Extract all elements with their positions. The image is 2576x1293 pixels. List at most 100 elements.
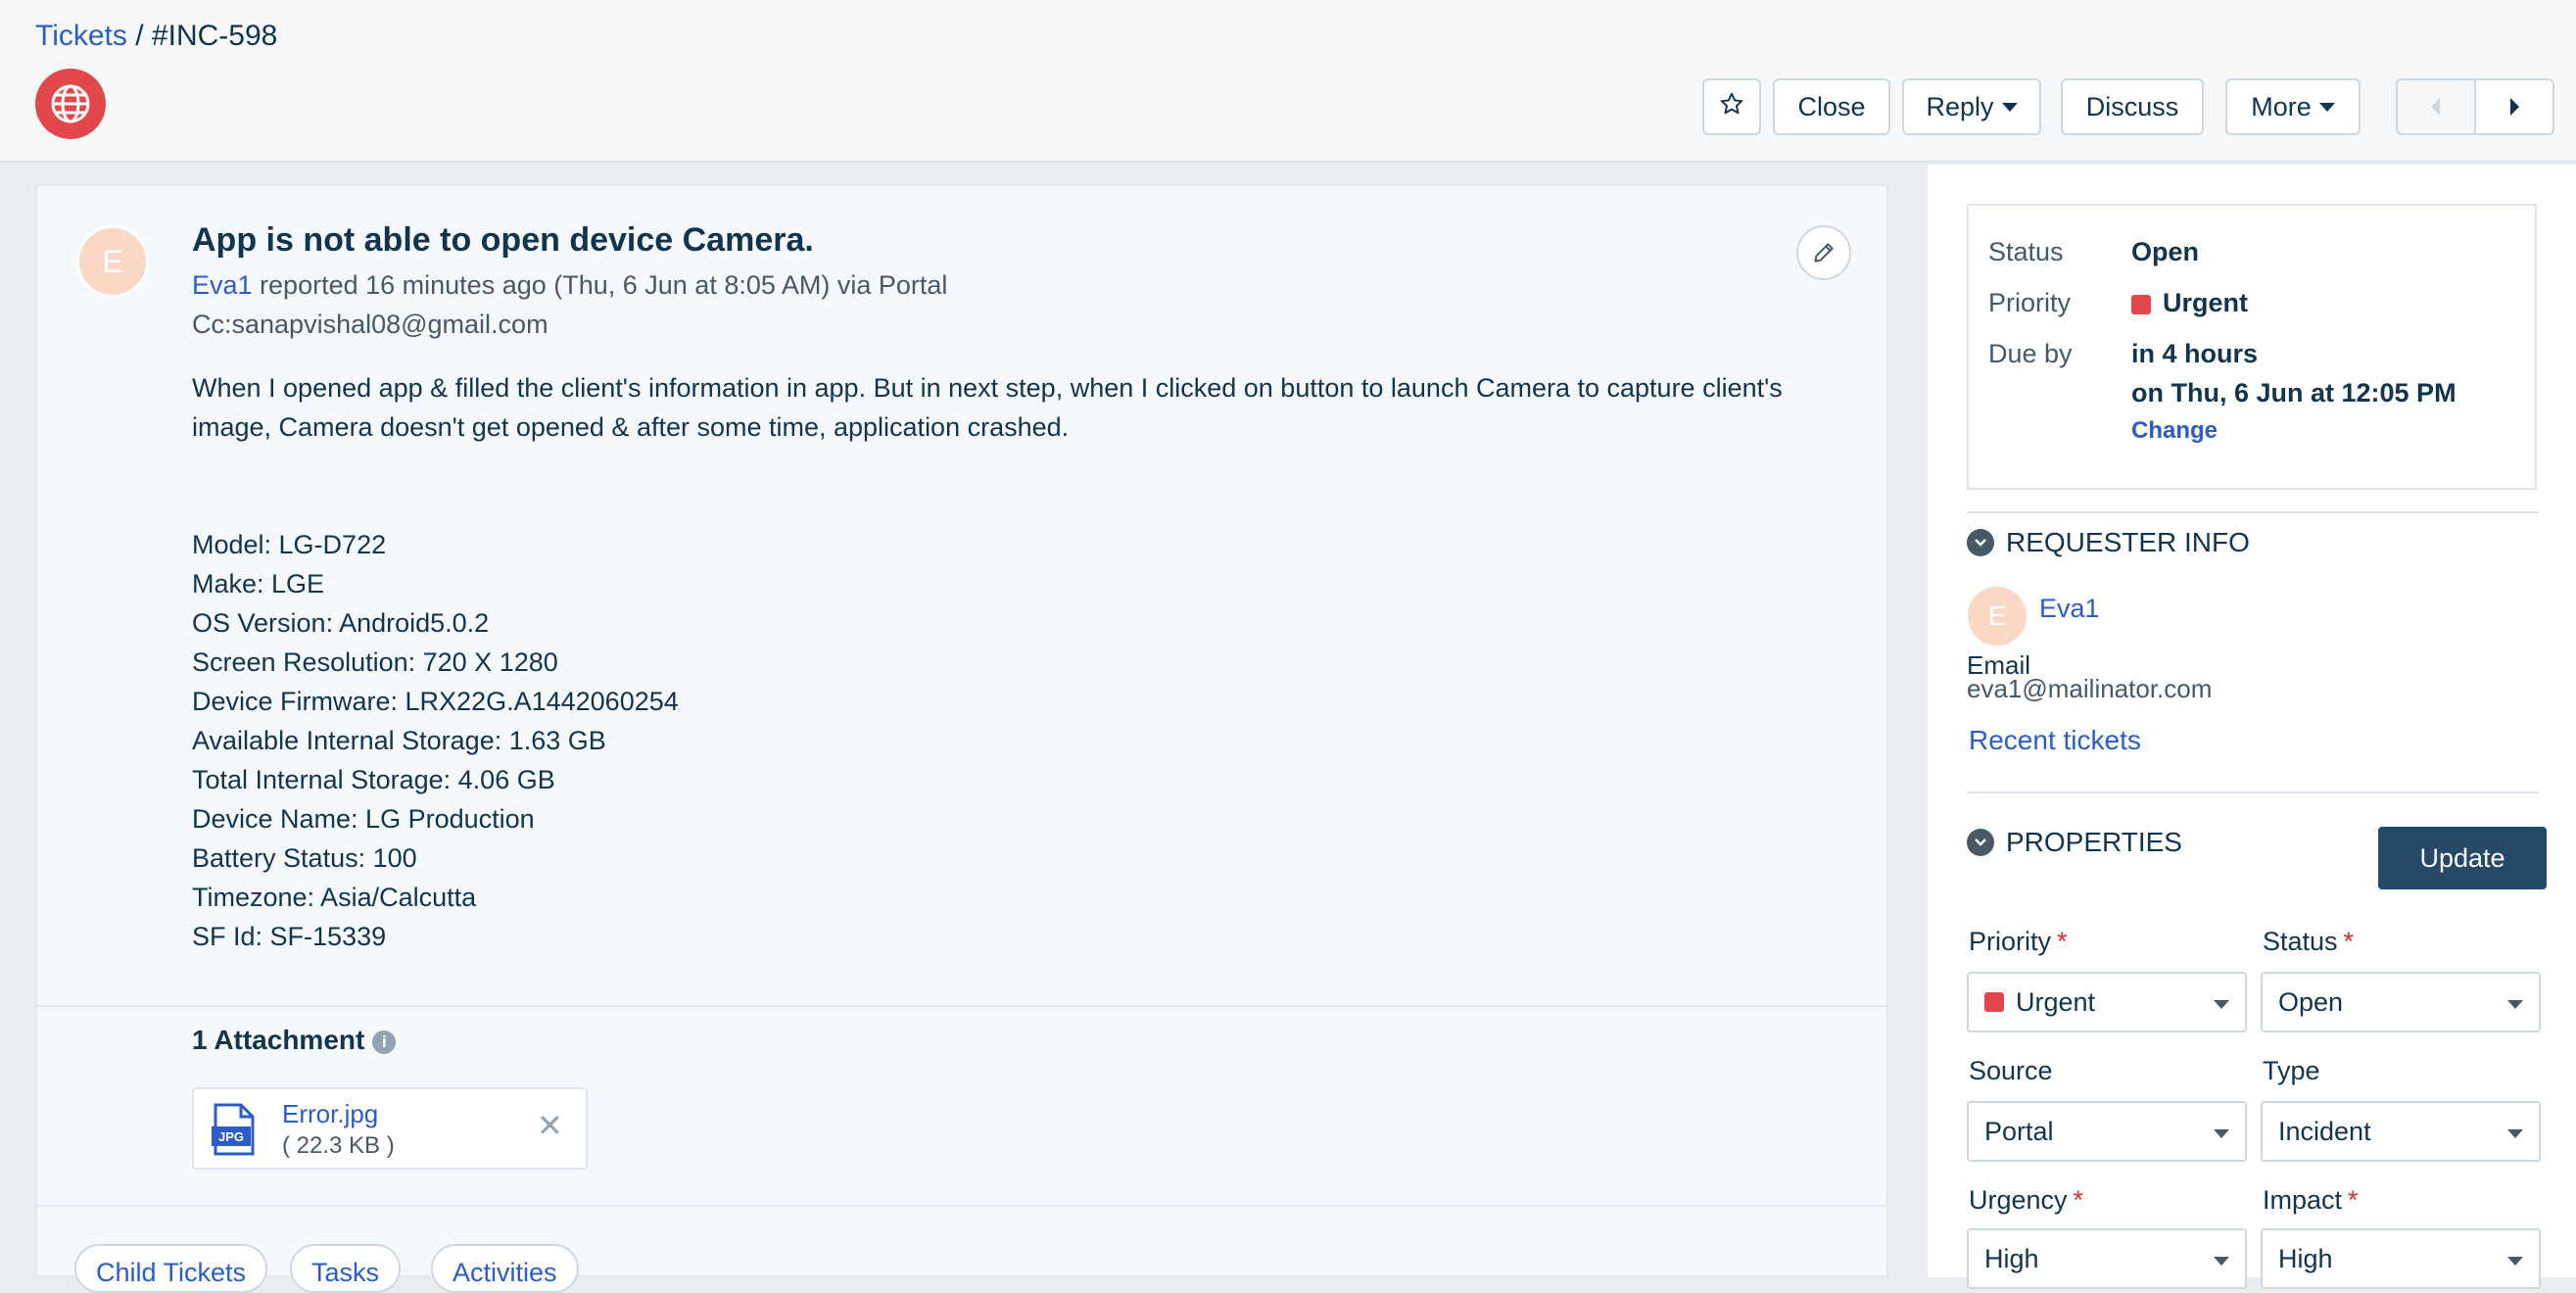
detail-line: Total Internal Storage: 4.06 GB [192,765,555,794]
priority-field-label-text: Priority [1969,927,2052,956]
urgency-select-value: High [1984,1243,2039,1273]
attachment-name[interactable]: Error.jpg [282,1099,378,1129]
detail-line: Model: LG-D722 [192,530,387,559]
breadcrumb-current: #INC-598 [151,20,278,52]
due-label: Due by [1988,339,2073,368]
more-button[interactable]: More [2225,78,2361,135]
reply-button[interactable]: Reply [1902,78,2041,135]
reply-button-label: Reply [1926,91,1994,121]
impact-field-label: Impact * [2263,1185,2359,1216]
required-marker: * [2348,1185,2359,1215]
status-field-label: Status * [2263,927,2354,957]
chevron-down-icon [2507,1257,2523,1266]
chevron-down-icon [2507,1000,2523,1009]
requester-avatar: E [76,225,149,298]
ticket-sidebar: Status Open Priority Urgent Due by in 4 … [1928,165,2576,1289]
divider [1967,511,2539,513]
tab-child-tickets[interactable]: Child Tickets [74,1244,268,1293]
breadcrumb-tickets-link[interactable]: Tickets [35,20,127,52]
recent-tickets-link[interactable]: Recent tickets [1969,725,2141,756]
requester-info-avatar: E [1965,584,2029,648]
top-bar: Tickets / #INC-598 Close Reply Discuss M… [0,0,2576,163]
edit-button[interactable] [1796,225,1851,280]
jpg-badge-text: JPG [218,1129,244,1144]
chevron-down-icon [2214,1129,2229,1138]
priority-select[interactable]: Urgent [1967,972,2247,1032]
type-select-value: Incident [2278,1116,2371,1146]
impact-field-label-text: Impact [2263,1185,2343,1215]
info-icon: i [372,1030,397,1054]
requester-email: eva1@mailinator.com [1967,674,2213,703]
type-select[interactable]: Incident [2261,1101,2541,1162]
breadcrumb: Tickets / #INC-598 [35,20,277,53]
priority-field-label: Priority * [1969,927,2068,957]
tab-activities[interactable]: Activities [431,1244,579,1293]
ticket-description: When I opened app & filled the client's … [192,373,1783,442]
update-button[interactable]: Update [2378,827,2547,889]
properties-heading: PROPERTIES [2006,827,2182,857]
impact-select[interactable]: High [2261,1228,2541,1289]
breadcrumb-separator: / [126,20,152,52]
ticket-subject: App is not able to open device Camera. [192,221,814,259]
detail-line: Make: LGE [192,569,325,599]
chevron-down-icon [2214,1257,2229,1266]
detail-line: Available Internal Storage: 1.63 GB [192,726,606,755]
previous-ticket-button[interactable] [2396,78,2476,135]
tab-tasks[interactable]: Tasks [290,1244,402,1293]
due-in: in 4 hours [2131,339,2259,368]
attachments-section: 1 Attachment i JPG Error.jpg ( 22.3 KB ) … [37,1005,1886,1207]
detail-line: Device Firmware: LRX22G.A1442060254 [192,687,679,716]
status-card: Status Open Priority Urgent Due by in 4 … [1967,204,2537,490]
required-marker: * [2343,927,2355,956]
chevron-down-icon [2001,102,2018,112]
chevron-left-icon [2431,98,2440,116]
status-label: Status [1988,237,2064,266]
detail-line: Screen Resolution: 720 X 1280 [192,647,558,677]
remove-attachment-icon[interactable]: ✕ [537,1107,563,1144]
detail-line: OS Version: Android5.0.2 [192,608,490,638]
requester-info-toggle[interactable]: REQUESTER INFO [1967,527,2250,558]
detail-line: SF Id: SF-15339 [192,922,387,951]
requester-info-name[interactable]: Eva1 [2039,594,2100,624]
pencil-icon [1814,243,1834,263]
close-button[interactable]: Close [1773,78,1890,135]
status-select-value: Open [2278,986,2344,1017]
detail-line: Timezone: Asia/Calcutta [192,883,477,912]
attachments-title: 1 Attachment i [192,1025,397,1056]
status-field-label-text: Status [2263,927,2338,956]
urgency-field-label: Urgency * [1969,1185,2083,1216]
discuss-button[interactable]: Discuss [2061,78,2204,135]
source-select-value: Portal [1984,1116,2054,1146]
priority-label: Priority [1988,288,2072,317]
due-date: on Thu, 6 Jun at 12:05 PM [2131,378,2457,407]
attachment-card[interactable]: JPG Error.jpg ( 22.3 KB ) ✕ [192,1087,588,1170]
urgent-priority-icon [1984,992,2004,1012]
star-button[interactable] [1702,78,1761,135]
globe-icon [35,69,106,139]
next-ticket-button[interactable] [2474,78,2554,135]
impact-select-value: High [2278,1243,2333,1273]
chevron-right-icon [2510,98,2519,116]
chevron-down-icon [2507,1129,2523,1138]
source-field-label: Source [1969,1056,2053,1085]
ticket-cc: Cc:sanapvishal08@gmail.com [192,310,549,339]
source-select[interactable]: Portal [1967,1101,2247,1162]
status-select[interactable]: Open [2261,972,2541,1032]
requester-link[interactable]: Eva1 [192,270,253,300]
chevron-down-icon [2318,102,2335,112]
chevron-down-icon [1967,829,1994,856]
priority-value: Urgent [2131,288,2248,318]
required-marker: * [2057,927,2068,956]
detail-line: Battery Status: 100 [192,843,417,873]
required-marker: * [2073,1185,2084,1215]
ticket-meta-text: reported 16 minutes ago (Thu, 6 Jun at 8… [252,270,948,300]
requester-info-heading: REQUESTER INFO [2006,527,2250,557]
properties-toggle[interactable]: PROPERTIES [1967,827,2182,858]
urgency-select[interactable]: High [1967,1228,2247,1289]
status-value: Open [2131,237,2200,266]
priority-value-text: Urgent [2163,288,2248,317]
change-due-link[interactable]: Change [2131,417,2218,445]
more-button-label: More [2251,91,2312,121]
jpg-file-icon: JPG [212,1103,255,1156]
chevron-down-icon [2214,1000,2229,1009]
